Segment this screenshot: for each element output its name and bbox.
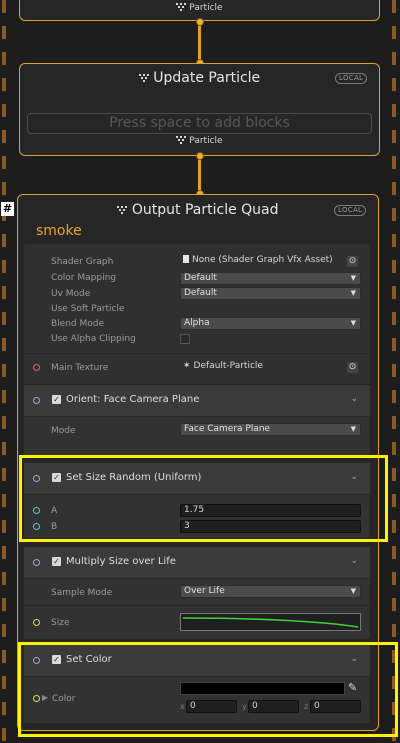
graph-right-guide: [392, 0, 396, 743]
object-picker-icon[interactable]: ⊙: [347, 362, 358, 373]
size-curve-field[interactable]: [180, 613, 361, 631]
dropdown-arrow-icon: ▼: [350, 274, 356, 282]
update-context[interactable]: Update Particle LOCAL Press space to add…: [19, 63, 380, 156]
uv-mode-dropdown[interactable]: Default ▼: [180, 287, 361, 300]
blend-mode-label: Blend Mode: [51, 319, 105, 329]
flow-output-label: Particle: [20, 3, 379, 13]
highlight-set-color: [18, 642, 398, 737]
divider: [24, 353, 370, 354]
enable-checkbox[interactable]: ✓: [52, 395, 61, 404]
dropdown-arrow-icon: ▼: [350, 289, 356, 297]
mode-label: Mode: [51, 426, 76, 436]
local-badge: LOCAL: [335, 73, 368, 84]
size-curve-port[interactable]: [33, 619, 40, 626]
dropdown-arrow-icon: ▼: [350, 587, 356, 595]
context-title: Update Particle: [20, 70, 379, 86]
flow-output-port[interactable]: [196, 18, 204, 26]
particle-icon: [176, 136, 187, 145]
sample-mode-dropdown[interactable]: Over Life ▼: [180, 585, 361, 598]
block-header[interactable]: ✓ Multiply Size over Life ⌄: [24, 547, 370, 579]
size-curve-line: [182, 617, 359, 628]
output-settings-panel: Shader Graph None (Shader Graph Vfx Asse…: [24, 244, 370, 384]
local-badge: LOCAL: [334, 205, 367, 216]
hash-icon[interactable]: #: [1, 202, 14, 216]
flow-output-port[interactable]: [196, 152, 204, 160]
block-header[interactable]: ✓ Orient: Face Camera Plane ⌄: [24, 385, 370, 417]
block-activation-port[interactable]: [33, 397, 40, 404]
context-title: Output Particle Quad: [18, 202, 378, 218]
size-curve: [182, 617, 359, 628]
main-texture-port[interactable]: [33, 364, 40, 371]
sample-mode-label: Sample Mode: [51, 588, 113, 598]
shader-graph-label: Shader Graph: [51, 257, 114, 267]
add-blocks-placeholder[interactable]: Press space to add blocks: [27, 113, 372, 134]
particle-icon: [138, 73, 149, 83]
main-texture-field[interactable]: ✶ Default-Particle: [180, 361, 342, 374]
blend-mode-dropdown[interactable]: Alpha ▼: [180, 317, 361, 330]
size-label: Size: [51, 618, 70, 628]
flow-output-label: Particle: [20, 136, 379, 146]
dropdown-arrow-icon: ▼: [350, 425, 356, 433]
particle-icon: [117, 205, 128, 215]
chevron-down-icon[interactable]: ⌄: [350, 556, 358, 566]
block-title: Multiply Size over Life: [66, 556, 176, 567]
highlight-set-size: [19, 455, 388, 542]
object-picker-icon[interactable]: ⊙: [347, 256, 358, 267]
shader-graph-field[interactable]: None (Shader Graph Vfx Asset): [180, 255, 342, 268]
dropdown-arrow-icon: ▼: [350, 319, 356, 327]
context-name-label[interactable]: smoke: [36, 223, 82, 239]
multiply-size-over-life-block[interactable]: ✓ Multiply Size over Life ⌄ Sample Mode …: [24, 547, 370, 639]
graph-left-guide: [2, 0, 6, 743]
chevron-down-icon[interactable]: ⌄: [350, 394, 358, 404]
divider: [24, 605, 370, 606]
alpha-clipping-checkbox[interactable]: [180, 334, 190, 344]
enable-checkbox[interactable]: ✓: [52, 557, 61, 566]
particle-icon: [176, 3, 187, 12]
file-icon: [183, 255, 189, 263]
soft-particle-label: Use Soft Particle: [51, 304, 125, 314]
block-title: Orient: Face Camera Plane: [66, 394, 200, 405]
mode-dropdown[interactable]: Face Camera Plane ▼: [180, 423, 361, 436]
texture-icon: ✶: [183, 361, 191, 371]
block-activation-port[interactable]: [33, 559, 40, 566]
color-mapping-dropdown[interactable]: Default ▼: [180, 272, 361, 285]
color-mapping-label: Color Mapping: [51, 273, 116, 283]
main-texture-label: Main Texture: [51, 363, 109, 373]
uv-mode-label: Uv Mode: [51, 289, 91, 299]
alpha-clipping-label: Use Alpha Clipping: [51, 334, 136, 344]
orient-block[interactable]: ✓ Orient: Face Camera Plane ⌄ Mode Face …: [24, 385, 370, 455]
